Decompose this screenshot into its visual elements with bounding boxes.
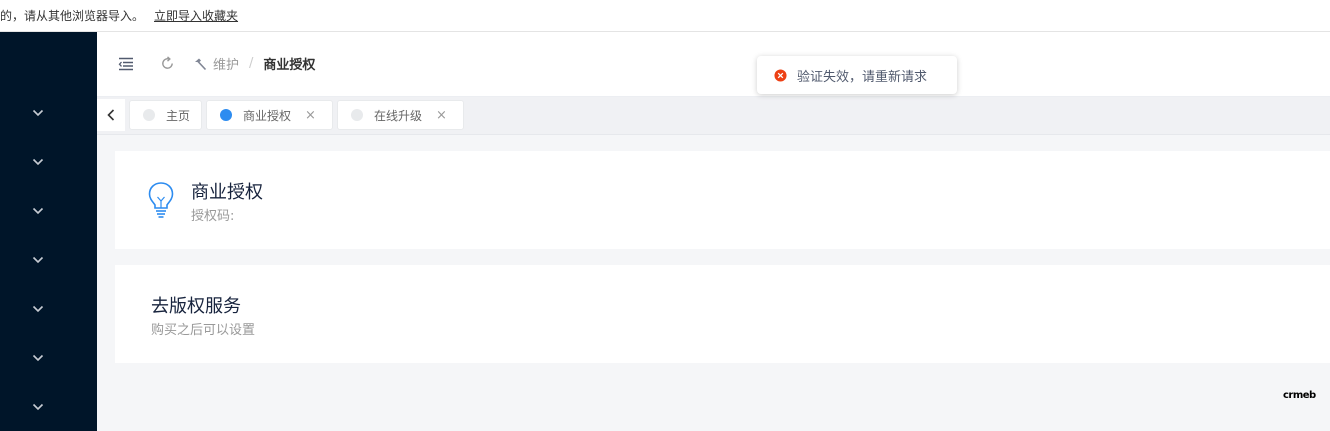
sidebar-item-3[interactable] xyxy=(0,191,97,231)
tab-status-dot xyxy=(143,109,155,121)
refresh-icon[interactable] xyxy=(160,56,175,71)
tab-status-dot xyxy=(220,109,232,121)
menu-fold-icon[interactable] xyxy=(118,56,134,72)
chevron-down-icon xyxy=(32,207,43,215)
license-card: 商业授权 授权码: xyxy=(115,151,1330,249)
sidebar-item-6[interactable] xyxy=(0,338,97,378)
hammer-icon xyxy=(195,58,207,70)
copyright-removal-subtitle: 购买之后可以设置 xyxy=(151,323,256,338)
copyright-removal-title: 去版权服务 xyxy=(151,296,241,317)
tab-label: 商业授权 xyxy=(243,108,292,123)
tab-status-dot xyxy=(351,109,363,121)
chevron-down-icon xyxy=(32,256,43,264)
error-circle-icon xyxy=(774,68,787,82)
sidebar xyxy=(0,32,97,431)
import-bookmarks-link[interactable]: 立即导入收藏夹 xyxy=(154,7,238,24)
chevron-down-icon xyxy=(32,158,43,166)
license-code-label: 授权码: xyxy=(191,209,235,224)
tab-online-upgrade[interactable]: 在线升级 × xyxy=(337,100,464,130)
lightbulb-icon xyxy=(148,182,174,218)
tab-home[interactable]: 主页 xyxy=(129,100,202,130)
chevron-down-icon xyxy=(32,305,43,313)
bookmark-bar: 的，请从其他浏览器导入。 立即导入收藏夹 xyxy=(0,0,1330,32)
copyright-removal-card: 去版权服务 购买之后可以设置 xyxy=(115,265,1330,363)
tab-label: 主页 xyxy=(166,108,191,123)
toast-message: 验证失效，请重新请求 xyxy=(797,69,928,85)
tab-close-icon[interactable]: × xyxy=(436,108,447,123)
chevron-down-icon xyxy=(32,354,43,362)
breadcrumb-parent[interactable]: 维护 xyxy=(213,54,239,73)
crmeb-logo: crmeb xyxy=(1283,390,1316,401)
chevron-left-icon xyxy=(107,109,115,121)
sidebar-item-4[interactable] xyxy=(0,240,97,280)
top-header: 维护 / 商业授权 xyxy=(97,32,1330,97)
tab-close-icon[interactable]: × xyxy=(305,108,316,123)
bookmark-import-message: 的，请从其他浏览器导入。 xyxy=(0,9,145,23)
sidebar-item-1[interactable] xyxy=(0,93,97,133)
chevron-down-icon xyxy=(32,403,43,411)
breadcrumb-separator: / xyxy=(249,56,254,71)
error-toast: 验证失效，请重新请求 xyxy=(757,56,957,94)
tabs-scroll-left-button[interactable] xyxy=(97,99,125,131)
license-title: 商业授权 xyxy=(191,182,263,203)
breadcrumb: 维护 / 商业授权 xyxy=(193,54,315,73)
sidebar-item-7[interactable] xyxy=(0,387,97,427)
breadcrumb-current: 商业授权 xyxy=(263,58,316,73)
chevron-down-icon xyxy=(32,109,43,117)
tab-label: 在线升级 xyxy=(374,108,423,123)
sidebar-item-2[interactable] xyxy=(0,142,97,182)
sidebar-item-5[interactable] xyxy=(0,289,97,329)
tabs-bar: 主页 商业授权 × 在线升级 × xyxy=(97,97,1330,135)
tab-commercial-license[interactable]: 商业授权 × xyxy=(206,100,333,130)
